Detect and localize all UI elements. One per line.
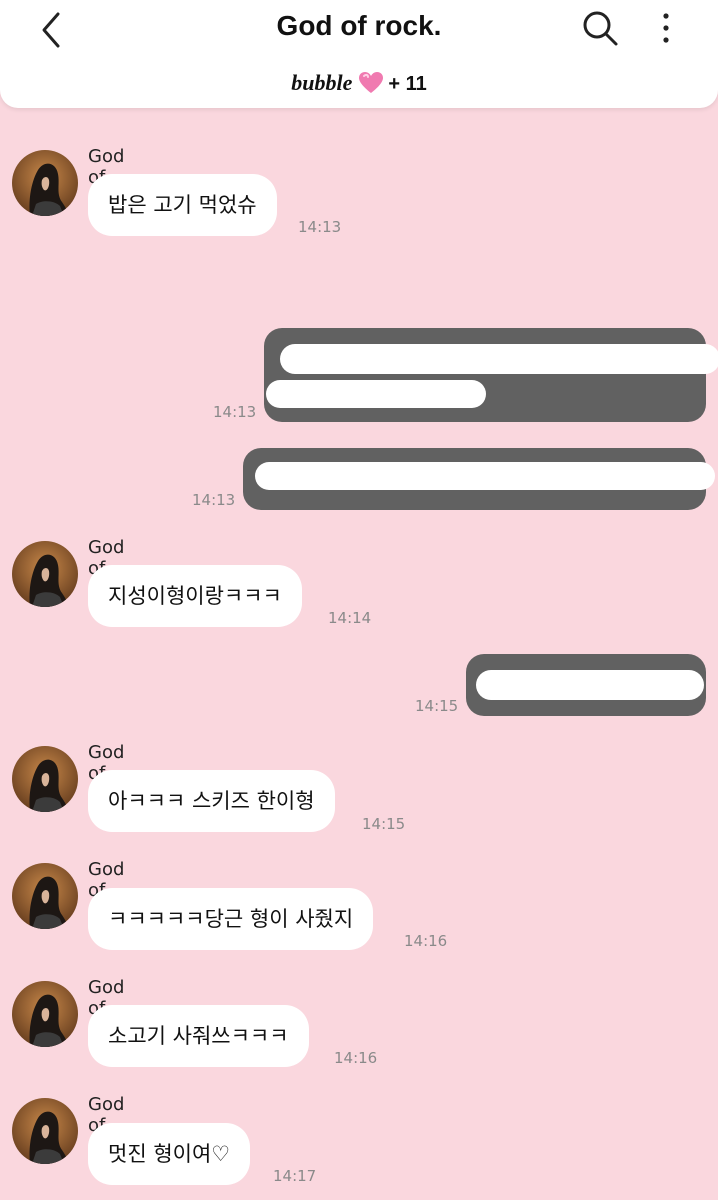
redaction-mark [280,344,718,374]
profile-photo [12,541,78,607]
message-time: 14:15 [415,697,459,715]
message-time: 14:16 [404,932,448,950]
message-bubble-redacted[interactable] [264,328,718,422]
search-icon [583,11,618,46]
avatar[interactable] [12,981,78,1047]
search-button[interactable] [580,8,620,48]
profile-photo [12,746,78,812]
message-bubble-redacted[interactable] [466,654,706,716]
subscription-bar[interactable]: bubble + 11 [0,70,718,100]
message-time: 14:15 [362,815,406,833]
heart-icon [358,71,384,100]
message-time: 14:17 [273,1167,317,1185]
profile-photo [12,1098,78,1164]
avatar[interactable] [12,746,78,812]
message-bubble-redacted[interactable] [243,448,715,510]
profile-photo [12,863,78,929]
avatar[interactable] [12,863,78,929]
profile-photo [12,150,78,216]
message-bubble[interactable]: 아ㅋㅋㅋ 스키즈 한이형 [88,770,335,832]
avatar[interactable] [12,1098,78,1164]
profile-photo [12,981,78,1047]
message-bubble[interactable]: 지성이형이랑ㅋㅋㅋ [88,565,302,627]
message-time: 14:13 [192,491,236,509]
avatar[interactable] [12,150,78,216]
message-bubble[interactable]: 소고기 사줘쓰ㅋㅋㅋ [88,1005,309,1067]
more-options-button[interactable] [652,8,680,48]
bubble-brand: bubble [291,70,353,95]
member-count: + 11 [388,73,427,95]
redaction-mark [476,670,704,700]
message-bubble[interactable]: 멋진 형이여♡ [88,1123,251,1185]
more-vertical-icon [663,13,669,43]
redaction-mark [266,380,486,408]
redaction-mark [255,462,715,490]
message-time: 14:16 [334,1049,378,1067]
message-time: 14:14 [328,609,372,627]
avatar[interactable] [12,541,78,607]
message-time: 14:13 [298,218,342,236]
message-bubble[interactable]: ㅋㅋㅋㅋㅋ당근 형이 사줬지 [88,888,374,950]
message-bubble[interactable]: 밥은 고기 먹었슈 [88,174,277,236]
chat-header: God of rock. bubble + 11 [0,0,718,108]
message-time: 14:13 [213,403,257,421]
